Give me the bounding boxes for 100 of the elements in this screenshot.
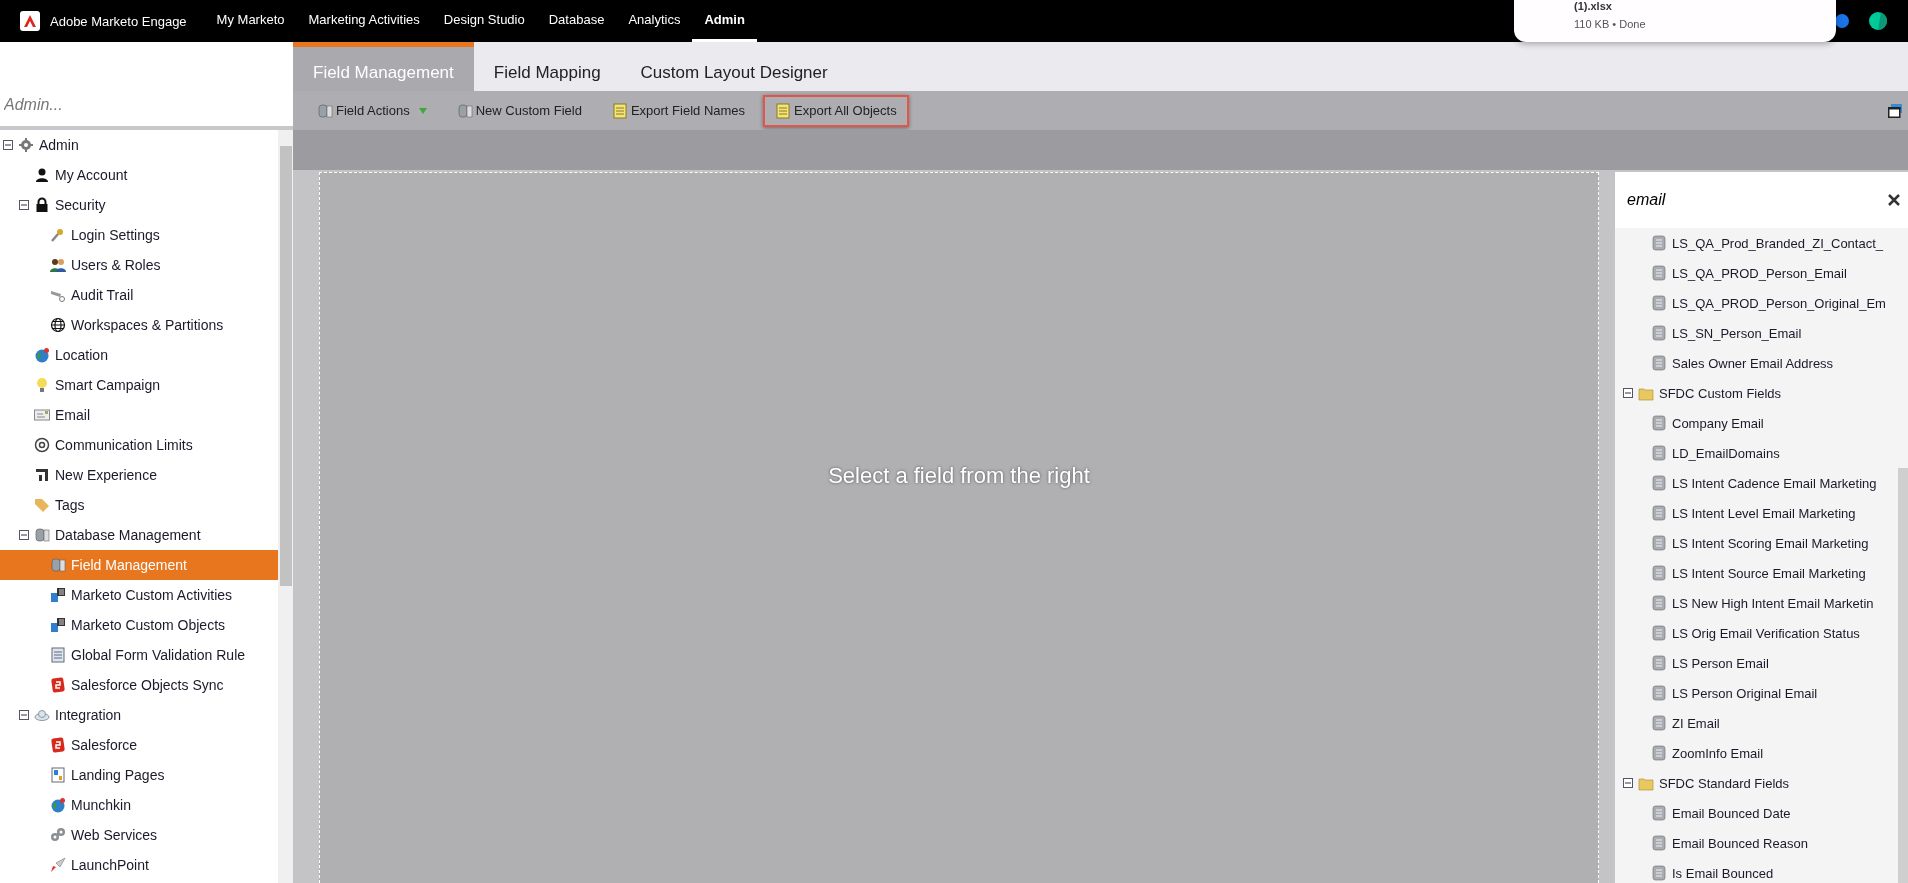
field-item[interactable]: ZoomInfo Email: [1615, 738, 1898, 768]
tab[interactable]: Custom Layout Designer: [620, 42, 848, 91]
sidebar-item[interactable]: Marketo Custom Objects: [0, 610, 278, 640]
database-icon: [1651, 295, 1667, 311]
field-item[interactable]: LS Intent Scoring Email Marketing: [1615, 528, 1898, 558]
tab[interactable]: Field Mapping: [473, 42, 621, 91]
salesforce-icon: [50, 677, 66, 693]
sidebar-item[interactable]: LaunchPoint: [0, 850, 278, 880]
window-icon[interactable]: [1888, 103, 1902, 118]
earth-icon: [34, 347, 50, 363]
avatar-icon[interactable]: [1869, 12, 1887, 30]
field-item[interactable]: LS_QA_PROD_Person_Email: [1615, 258, 1898, 288]
collapse-icon[interactable]: [1623, 778, 1633, 788]
database-icon: [1651, 475, 1667, 491]
field-item[interactable]: LS Intent Level Email Marketing: [1615, 498, 1898, 528]
collapse-icon[interactable]: [3, 140, 13, 150]
sidebar-item[interactable]: Landing Pages: [0, 760, 278, 790]
sidebar-item[interactable]: Salesforce Objects Sync: [0, 670, 278, 700]
field-item[interactable]: LS_QA_Prod_Branded_ZI_Contact_: [1615, 228, 1898, 258]
folder-icon: [1638, 775, 1654, 791]
database-icon: [1651, 805, 1667, 821]
sidebar-item[interactable]: Salesforce: [0, 730, 278, 760]
sidebar-item[interactable]: Tags: [0, 490, 278, 520]
logo-icon: [20, 11, 40, 31]
download-status: 110 KB • Done: [1574, 18, 1647, 30]
table-icon: [50, 617, 66, 633]
database-icon: [1651, 595, 1667, 611]
nav-item[interactable]: My Marketo: [204, 0, 297, 42]
toolbar-button[interactable]: Field Actions: [305, 94, 439, 127]
field-item[interactable]: Company Email: [1615, 408, 1898, 438]
collapse-icon[interactable]: [19, 200, 29, 210]
sidebar-item[interactable]: Database Management: [0, 520, 278, 550]
database-icon: [1651, 355, 1667, 371]
field-item[interactable]: ZI Email: [1615, 708, 1898, 738]
folder-item[interactable]: SFDC Custom Fields: [1615, 378, 1898, 408]
database-icon: [1651, 715, 1667, 731]
close-icon[interactable]: [1888, 194, 1900, 206]
collapse-icon[interactable]: [19, 530, 29, 540]
field-item[interactable]: LS Intent Source Email Marketing: [1615, 558, 1898, 588]
field-item[interactable]: Is Email Bounced: [1615, 858, 1898, 883]
field-item[interactable]: LS_QA_PROD_Person_Original_Em: [1615, 288, 1898, 318]
key-icon: [50, 227, 66, 243]
database-icon: [1651, 415, 1667, 431]
toolbar-button[interactable]: New Custom Field: [444, 94, 594, 127]
earth-icon: [50, 797, 66, 813]
field-item[interactable]: LS Person Original Email: [1615, 678, 1898, 708]
database-icon: [1651, 535, 1667, 551]
sidebar-item[interactable]: Integration: [0, 700, 278, 730]
collapse-icon[interactable]: [19, 710, 29, 720]
sidebar-item[interactable]: Web Services: [0, 820, 278, 850]
sidebar-item[interactable]: Global Form Validation Rule: [0, 640, 278, 670]
field-item[interactable]: LS Intent Cadence Email Marketing: [1615, 468, 1898, 498]
bulb-icon: [34, 377, 50, 393]
toolbar-button[interactable]: Export All Objects: [763, 94, 909, 127]
globe-icon: [50, 317, 66, 333]
sidebar-item[interactable]: Munchkin: [0, 790, 278, 820]
sidebar-item[interactable]: Location: [0, 340, 278, 370]
field-item[interactable]: LS_SN_Person_Email: [1615, 318, 1898, 348]
nav-item[interactable]: Database: [536, 0, 617, 42]
database-icon: [1651, 655, 1667, 671]
field-item[interactable]: Sales Owner Email Address: [1615, 348, 1898, 378]
sidebar-item[interactable]: New Experience: [0, 460, 278, 490]
salesforce-icon: [50, 737, 66, 753]
file-name: (1).xlsx: [1574, 0, 1613, 12]
field-item[interactable]: LD_EmailDomains: [1615, 438, 1898, 468]
sidebar-item[interactable]: Email: [0, 400, 278, 430]
scrollbar[interactable]: [278, 130, 293, 883]
sidebar-item[interactable]: Admin: [0, 130, 278, 160]
corner-icon: [34, 467, 50, 483]
field-item[interactable]: LS New High Intent Email Marketin: [1615, 588, 1898, 618]
nav-item[interactable]: Marketing Activities: [296, 0, 432, 42]
sidebar-item[interactable]: Login Settings: [0, 220, 278, 250]
form-icon: [50, 647, 66, 663]
envelope-icon: [34, 407, 50, 423]
sidebar-item[interactable]: Security: [0, 190, 278, 220]
sidebar-item[interactable]: Workspaces & Partitions: [0, 310, 278, 340]
database-icon: [1651, 445, 1667, 461]
nav-item[interactable]: Analytics: [616, 0, 693, 42]
folder-item[interactable]: SFDC Standard Fields: [1615, 768, 1898, 798]
sidebar-item[interactable]: Marketo Custom Activities: [0, 580, 278, 610]
collapse-icon[interactable]: [1623, 388, 1633, 398]
spreadsheet-icon: [775, 102, 792, 119]
sidebar-item[interactable]: Smart Campaign: [0, 370, 278, 400]
users-icon: [50, 257, 66, 273]
database-icon: [1651, 835, 1667, 851]
brand-name: Adobe Marketo Engage: [50, 13, 187, 29]
toolbar-button[interactable]: Export Field Names: [599, 94, 758, 127]
database-icon: [1651, 325, 1667, 341]
field-item[interactable]: Email Bounced Reason: [1615, 828, 1898, 858]
sidebar-item[interactable]: Users & Roles: [0, 250, 278, 280]
sidebar-item[interactable]: My Account: [0, 160, 278, 190]
field-item[interactable]: LS Person Email: [1615, 648, 1898, 678]
sidebar-item[interactable]: Communication Limits: [0, 430, 278, 460]
tag-icon: [34, 497, 50, 513]
spreadsheet-icon: [611, 102, 628, 119]
field-item[interactable]: Email Bounced Date: [1615, 798, 1898, 828]
field-item[interactable]: LS Orig Email Verification Status: [1615, 618, 1898, 648]
nav-item[interactable]: Design Studio: [431, 0, 537, 42]
sidebar-item[interactable]: Audit Trail: [0, 280, 278, 310]
lock-icon: [34, 197, 50, 213]
